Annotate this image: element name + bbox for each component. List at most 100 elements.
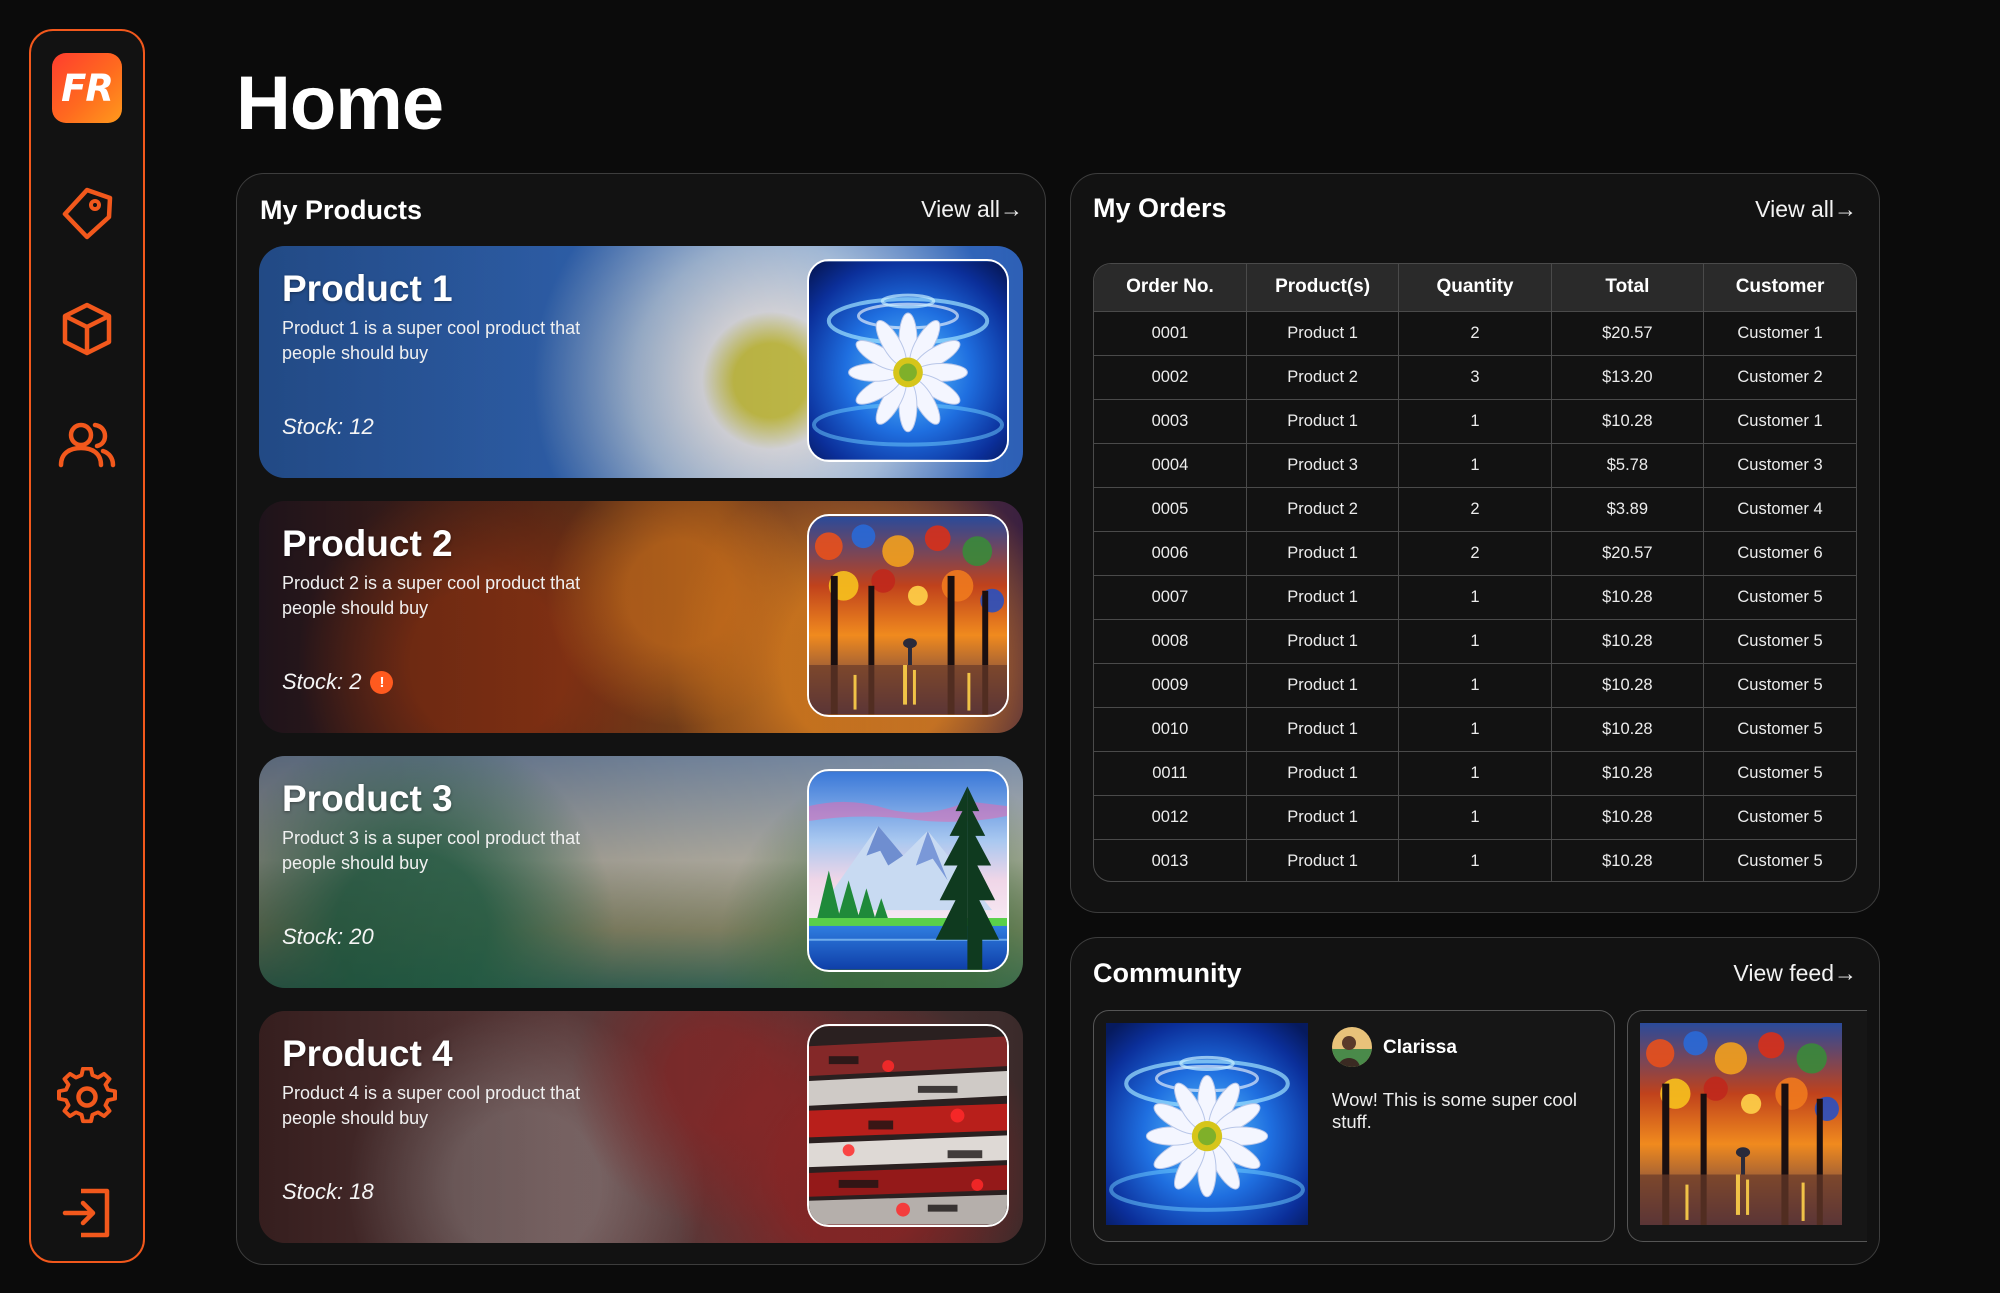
community-view-feed-link[interactable]: View feed→: [1733, 960, 1857, 987]
table-cell: Product 1: [1246, 663, 1400, 708]
sidebar-item-settings[interactable]: [55, 1065, 119, 1129]
table-cell: Product 1: [1246, 751, 1400, 796]
community-panel-title: Community: [1093, 958, 1242, 988]
table-row[interactable]: 0010 Product 1 1 $10.28 Customer 5: [1094, 707, 1856, 752]
post-username[interactable]: Clarissa: [1383, 1037, 1457, 1059]
table-cell: Customer 1: [1703, 399, 1856, 444]
tag-icon: [62, 187, 113, 240]
table-row[interactable]: 0007 Product 1 1 $10.28 Customer 5: [1094, 575, 1856, 620]
table-row[interactable]: 0003 Product 1 1 $10.28 Customer 1: [1094, 399, 1856, 444]
table-row[interactable]: 0012 Product 1 1 $10.28 Customer 5: [1094, 795, 1856, 840]
product-name: Product 2: [282, 523, 453, 564]
table-cell: $3.89: [1551, 487, 1705, 532]
community-post[interactable]: Clarissa Wow! This is some super cool st…: [1093, 1010, 1615, 1242]
table-cell: 0009: [1094, 663, 1247, 708]
table-cell: 0012: [1094, 795, 1247, 840]
table-cell: $20.57: [1551, 531, 1705, 576]
table-cell: 0002: [1094, 355, 1247, 400]
stock-text: Stock: 18: [282, 1179, 374, 1204]
sidebar: FR: [29, 29, 145, 1263]
table-cell: 1: [1398, 399, 1552, 444]
table-cell: $10.28: [1551, 399, 1705, 444]
table-cell: Product 2: [1246, 355, 1400, 400]
table-row[interactable]: 0001 Product 1 2 $20.57 Customer 1: [1094, 311, 1856, 356]
table-cell: 1: [1398, 619, 1552, 664]
user-avatar-image: [1332, 1027, 1372, 1067]
post-image: [1106, 1023, 1308, 1225]
mountain-lake-painting-image: [809, 771, 1007, 970]
table-cell: Customer 5: [1703, 663, 1856, 708]
product-description: Product 1 is a super cool product that p…: [282, 318, 581, 363]
sidebar-item-customers[interactable]: [55, 413, 119, 477]
autumn-forest-painting-image: [809, 516, 1007, 715]
table-cell: Product 3: [1246, 443, 1400, 488]
table-cell: 0005: [1094, 487, 1247, 532]
table-row[interactable]: 0006 Product 1 2 $20.57 Customer 6: [1094, 531, 1856, 576]
orders-panel: My Orders View all→ Order No. Product(s)…: [1070, 173, 1880, 913]
table-row[interactable]: 0002 Product 2 3 $13.20 Customer 2: [1094, 355, 1856, 400]
product-stock: Stock: 12: [282, 414, 374, 440]
product-name: Product 4: [282, 1033, 453, 1074]
table-cell: Product 1: [1246, 839, 1400, 881]
app-logo[interactable]: FR: [52, 53, 122, 123]
table-cell: Product 1: [1246, 707, 1400, 752]
table-row[interactable]: 0009 Product 1 1 $10.28 Customer 5: [1094, 663, 1856, 708]
product-description: Product 4 is a super cool product that p…: [282, 1083, 581, 1128]
table-cell: Customer 2: [1703, 355, 1856, 400]
table-cell: 0001: [1094, 311, 1247, 356]
table-row[interactable]: 0008 Product 1 1 $10.28 Customer 5: [1094, 619, 1856, 664]
post-text: Wow! This is some super cool stuff.: [1332, 1089, 1578, 1132]
sidebar-item-logout[interactable]: [55, 1181, 119, 1245]
table-cell: 1: [1398, 795, 1552, 840]
table-row[interactable]: 0005 Product 2 2 $3.89 Customer 4: [1094, 487, 1856, 532]
table-cell: 0004: [1094, 443, 1247, 488]
column-header[interactable]: Total: [1551, 264, 1705, 312]
community-post[interactable]: [1627, 1010, 1867, 1242]
box-icon: [62, 302, 112, 356]
table-cell: Product 1: [1246, 575, 1400, 620]
table-cell: Customer 5: [1703, 575, 1856, 620]
column-header[interactable]: Quantity: [1398, 264, 1552, 312]
table-cell: $10.28: [1551, 795, 1705, 840]
column-header[interactable]: Customer: [1703, 264, 1856, 312]
product-image: [807, 259, 1009, 462]
table-cell: $10.28: [1551, 663, 1705, 708]
column-header[interactable]: Order No.: [1094, 264, 1247, 312]
orders-view-all-link[interactable]: View all→: [1755, 196, 1857, 223]
product-image: [807, 769, 1009, 972]
table-cell: 1: [1398, 443, 1552, 488]
stock-text: Stock: 2: [282, 669, 362, 694]
sidebar-item-products[interactable]: [55, 181, 119, 245]
product-card[interactable]: Product 2 Product 2 is a super cool prod…: [259, 501, 1023, 733]
orders-panel-title: My Orders: [1093, 193, 1227, 223]
table-row[interactable]: 0004 Product 3 1 $5.78 Customer 3: [1094, 443, 1856, 488]
table-cell: $10.28: [1551, 751, 1705, 796]
product-card[interactable]: Product 4 Product 4 is a super cool prod…: [259, 1011, 1023, 1243]
users-icon: [58, 422, 116, 468]
table-cell: Customer 5: [1703, 619, 1856, 664]
column-header[interactable]: Product(s): [1246, 264, 1400, 312]
table-cell: 1: [1398, 663, 1552, 708]
daisy-painting-image: [1106, 1023, 1308, 1225]
product-stock: Stock: 2 !: [282, 669, 394, 695]
sidebar-item-inventory[interactable]: [55, 297, 119, 361]
table-cell: Customer 1: [1703, 311, 1856, 356]
orders-table: Order No. Product(s) Quantity Total Cust…: [1093, 263, 1857, 882]
community-panel: Community View feed→ Clarissa Wow! This …: [1070, 937, 1880, 1265]
table-cell: Customer 3: [1703, 443, 1856, 488]
product-card[interactable]: Product 3 Product 3 is a super cool prod…: [259, 756, 1023, 988]
logout-icon: [62, 1188, 110, 1238]
table-cell: Product 2: [1246, 487, 1400, 532]
product-card[interactable]: Product 1 Product 1 is a super cool prod…: [259, 246, 1023, 478]
table-row[interactable]: 0011 Product 1 1 $10.28 Customer 5: [1094, 751, 1856, 796]
table-cell: $5.78: [1551, 443, 1705, 488]
products-view-all-link[interactable]: View all→: [921, 196, 1023, 223]
table-cell: Customer 5: [1703, 707, 1856, 752]
gear-icon: [57, 1067, 117, 1124]
table-cell: Product 1: [1246, 619, 1400, 664]
table-cell: 0003: [1094, 399, 1247, 444]
table-row[interactable]: 0013 Product 1 1 $10.28 Customer 5: [1094, 839, 1856, 881]
table-cell: $10.28: [1551, 707, 1705, 752]
avatar[interactable]: [1332, 1027, 1372, 1067]
table-cell: Customer 4: [1703, 487, 1856, 532]
